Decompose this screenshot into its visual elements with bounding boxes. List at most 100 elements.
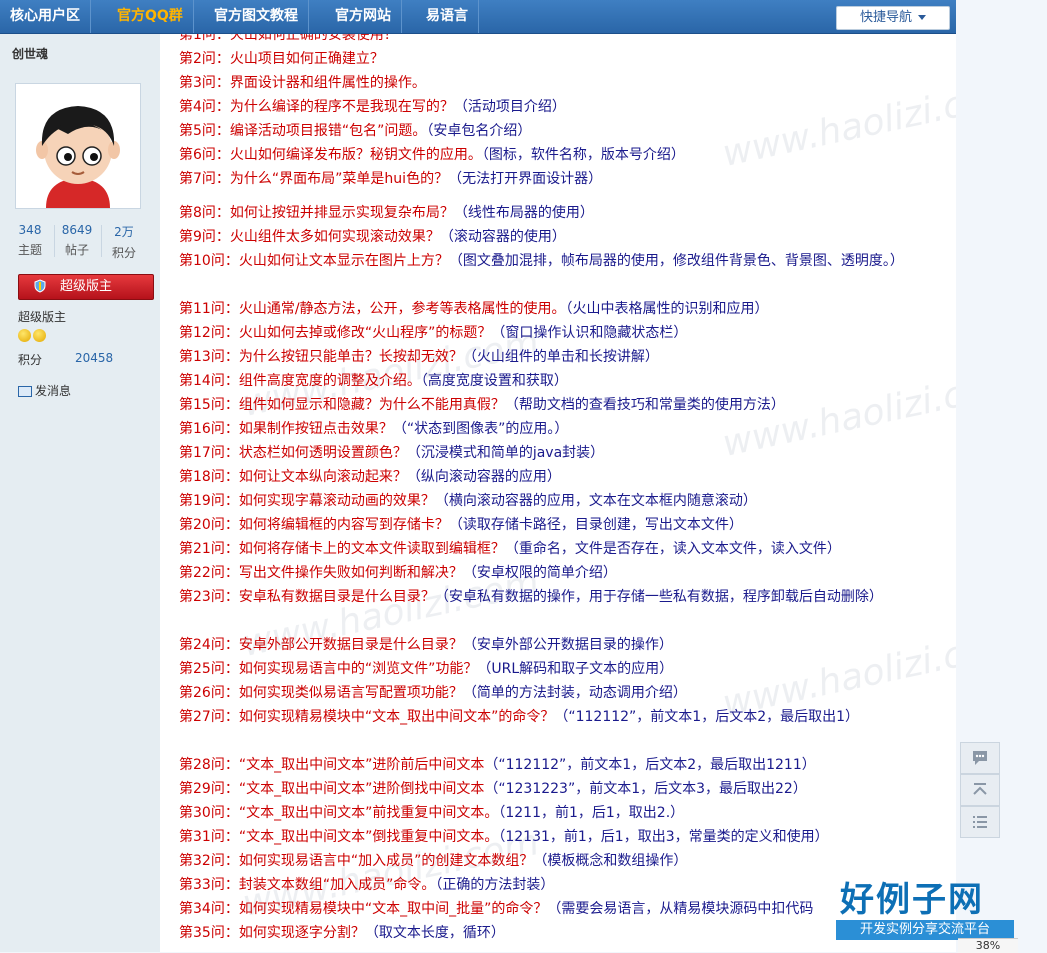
stat-threads[interactable]: 348 主题 bbox=[10, 223, 50, 258]
question-title: “文本_取出中间文本”进阶前后中间文本 bbox=[238, 757, 485, 773]
question-title: 如何让按钮并排显示实现复杂布局？ bbox=[229, 205, 454, 221]
question-item: 第13问：为什么按钮只能单击？长按却无效？（火山组件的单击和长按讲解） bbox=[179, 345, 659, 369]
question-title: 火山如何编译发布版？秘钥文件的应用。 bbox=[229, 147, 482, 163]
question-subtitle: （取文本长度，循环） bbox=[364, 925, 505, 941]
chevron-down-icon bbox=[918, 15, 926, 20]
envelope-icon bbox=[18, 386, 32, 397]
question-number: 第13问： bbox=[179, 349, 239, 365]
question-subtitle: （活动项目介绍） bbox=[453, 99, 566, 115]
question-number: 第26问： bbox=[179, 685, 239, 701]
question-title: 如果制作按钮点击效果？ bbox=[238, 421, 393, 437]
question-title: “文本_取出中间文本”倒找重复中间文本。 bbox=[238, 829, 499, 845]
author-username[interactable]: 创世魂 bbox=[12, 45, 48, 62]
question-subtitle: （线性布局器的使用） bbox=[453, 205, 594, 221]
nav-item-website[interactable]: 官方网站 bbox=[325, 0, 402, 33]
question-subtitle: （沉浸模式和简单的java封装） bbox=[406, 445, 605, 461]
question-number: 第9问： bbox=[179, 229, 230, 245]
send-message-link[interactable]: 发消息 bbox=[18, 382, 71, 399]
question-number: 第24问： bbox=[179, 637, 239, 653]
points-value: 20458 bbox=[75, 351, 114, 365]
question-title: 火山项目如何正确建立？ bbox=[229, 51, 384, 67]
question-subtitle: （1211，前1，后1，取出2.） bbox=[498, 805, 685, 821]
question-title: 安卓外部公开数据目录是什么目录？ bbox=[238, 637, 463, 653]
question-subtitle: （“112112”，前文本1，后文本2，最后取出1211） bbox=[484, 757, 816, 773]
list-view-button[interactable] bbox=[960, 806, 1000, 838]
question-title: 如何实现易语言中“加入成员”的创建文本数组？ bbox=[238, 853, 534, 869]
question-subtitle: （高度宽度设置和获取） bbox=[420, 373, 568, 389]
smiley-icon bbox=[18, 329, 31, 342]
question-item: 第8问：如何让按钮并排显示实现复杂布局？（线性布局器的使用） bbox=[179, 201, 594, 225]
question-item: 第15问：组件如何显示和隐藏？为什么不能用真假？（帮助文档的查看技巧和常量类的使… bbox=[179, 393, 785, 417]
quick-nav-dropdown[interactable]: 快捷导航 bbox=[836, 6, 950, 30]
question-number: 第2问： bbox=[179, 51, 230, 67]
question-item: 第28问：“文本_取出中间文本”进阶前后中间文本（“112112”，前文本1，后… bbox=[179, 753, 816, 777]
stat-value: 2万 bbox=[114, 225, 134, 239]
rank-emoticons bbox=[18, 327, 48, 346]
site-logo-tagline: 开发实例分享交流平台 bbox=[836, 920, 1014, 940]
question-number: 第1问： bbox=[179, 33, 230, 43]
question-subtitle: （纵向滚动容器的应用） bbox=[406, 469, 561, 485]
stat-divider bbox=[101, 225, 102, 257]
question-title: 火山组件太多如何实现滚动效果？ bbox=[229, 229, 440, 245]
question-number: 第16问： bbox=[179, 421, 239, 437]
question-item: 第25问：如何实现易语言中的“浏览文件”功能？（URL解码和取子文本的应用） bbox=[179, 657, 673, 681]
question-number: 第35问： bbox=[179, 925, 239, 941]
watermark-text: www.haolizi.com bbox=[719, 72, 956, 175]
question-subtitle: （无法打开界面设计器） bbox=[448, 171, 603, 187]
question-title: 如何实现精易模块中“文本_取出中间文本”的命令？ bbox=[238, 709, 555, 725]
stat-label: 主题 bbox=[17, 243, 42, 257]
question-subtitle: （火山中表格属性的识别和应用） bbox=[565, 301, 769, 317]
nav-item-core-user[interactable]: 核心用户区 bbox=[0, 0, 91, 33]
question-title: 如何实现字幕滚动动画的效果？ bbox=[238, 493, 435, 509]
question-number: 第20问： bbox=[179, 517, 239, 533]
question-number: 第4问： bbox=[179, 99, 230, 115]
rank-badge-label: 超级版主 bbox=[59, 279, 112, 294]
question-number: 第14问： bbox=[179, 373, 239, 389]
question-title: 如何将编辑框的内容写到存储卡？ bbox=[238, 517, 449, 533]
stat-posts[interactable]: 8649 帖子 bbox=[57, 223, 97, 258]
question-title: “文本_取出中间文本”进阶倒找中间文本 bbox=[238, 781, 485, 797]
nav-item-tutorials[interactable]: 官方图文教程 bbox=[204, 0, 309, 33]
question-title: 写出文件操作失败如何判断和解决？ bbox=[238, 565, 463, 581]
question-title: 为什么按钮只能单击？长按却无效？ bbox=[238, 349, 463, 365]
reply-tool-button[interactable] bbox=[960, 742, 1000, 774]
question-item: 第22问：写出文件操作失败如何判断和解决？（安卓权限的简单介绍） bbox=[179, 561, 617, 585]
zoom-indicator: 38% bbox=[958, 938, 1018, 953]
question-title: 如何实现易语言中的“浏览文件”功能？ bbox=[238, 661, 478, 677]
question-item: 第9问：火山组件太多如何实现滚动效果？（滚动容器的使用） bbox=[179, 225, 566, 249]
question-number: 第17问： bbox=[179, 445, 239, 461]
question-subtitle: （读取存储卡路径，目录创建，写出文本文件） bbox=[448, 517, 743, 533]
question-title: 封装文本数组“加入成员”命令。 bbox=[238, 877, 436, 893]
question-title: 为什么编译的程序不是我现在写的？ bbox=[229, 99, 454, 115]
rank-badge-button[interactable]: 超级版主 bbox=[18, 274, 154, 300]
question-title: 界面设计器和组件属性的操作。 bbox=[229, 75, 426, 91]
question-subtitle: （URL解码和取子文本的应用） bbox=[477, 661, 674, 677]
stat-value: 348 bbox=[18, 223, 42, 237]
question-item: 第32问：如何实现易语言中“加入成员”的创建文本数组？（模板概念和数组操作） bbox=[179, 849, 687, 873]
question-subtitle: （重命名，文件是否存在，读入文本文件，读入文件） bbox=[504, 541, 841, 557]
question-item: 第17问：状态栏如何透明设置颜色？（沉浸模式和简单的java封装） bbox=[179, 441, 604, 465]
question-subtitle: （帮助文档的查看技巧和常量类的使用方法） bbox=[504, 397, 785, 413]
question-item: 第16问：如果制作按钮点击效果？（“状态到图像表”的应用。） bbox=[179, 417, 568, 441]
question-number: 第7问： bbox=[179, 171, 230, 187]
question-number: 第10问： bbox=[179, 253, 239, 269]
nav-item-e-language[interactable]: 易语言 bbox=[416, 0, 479, 33]
cartoon-avatar-icon bbox=[16, 84, 140, 208]
question-number: 第18问： bbox=[179, 469, 239, 485]
question-number: 第12问： bbox=[179, 325, 239, 341]
back-to-top-button[interactable] bbox=[960, 774, 1000, 806]
list-icon bbox=[973, 816, 987, 828]
question-subtitle: （正确的方法封装） bbox=[435, 877, 555, 893]
question-item: 第24问：安卓外部公开数据目录是什么目录？（安卓外部公开数据目录的操作） bbox=[179, 633, 673, 657]
question-subtitle: （安卓私有数据的操作，用于存储一些私有数据，程序卸载后自动删除） bbox=[434, 589, 883, 605]
nav-item-qq-group[interactable]: 官方QQ群 bbox=[107, 0, 194, 33]
avatar[interactable] bbox=[15, 83, 141, 209]
question-subtitle: （“1231223”，前文本1，后文本3，最后取出22） bbox=[484, 781, 807, 797]
question-number: 第8问： bbox=[179, 205, 230, 221]
question-item: 第7问：为什么“界面布局”菜单是hui色的？（无法打开界面设计器） bbox=[179, 167, 602, 191]
shield-icon bbox=[34, 279, 46, 293]
question-number: 第27问： bbox=[179, 709, 239, 725]
question-item: 第30问：“文本_取出中间文本”前找重复中间文本。（1211，前1，后1，取出2… bbox=[179, 801, 684, 825]
stat-credits[interactable]: 2万 积分 bbox=[104, 223, 144, 261]
question-subtitle: （简单的方法封装，动态调用介绍） bbox=[462, 685, 687, 701]
